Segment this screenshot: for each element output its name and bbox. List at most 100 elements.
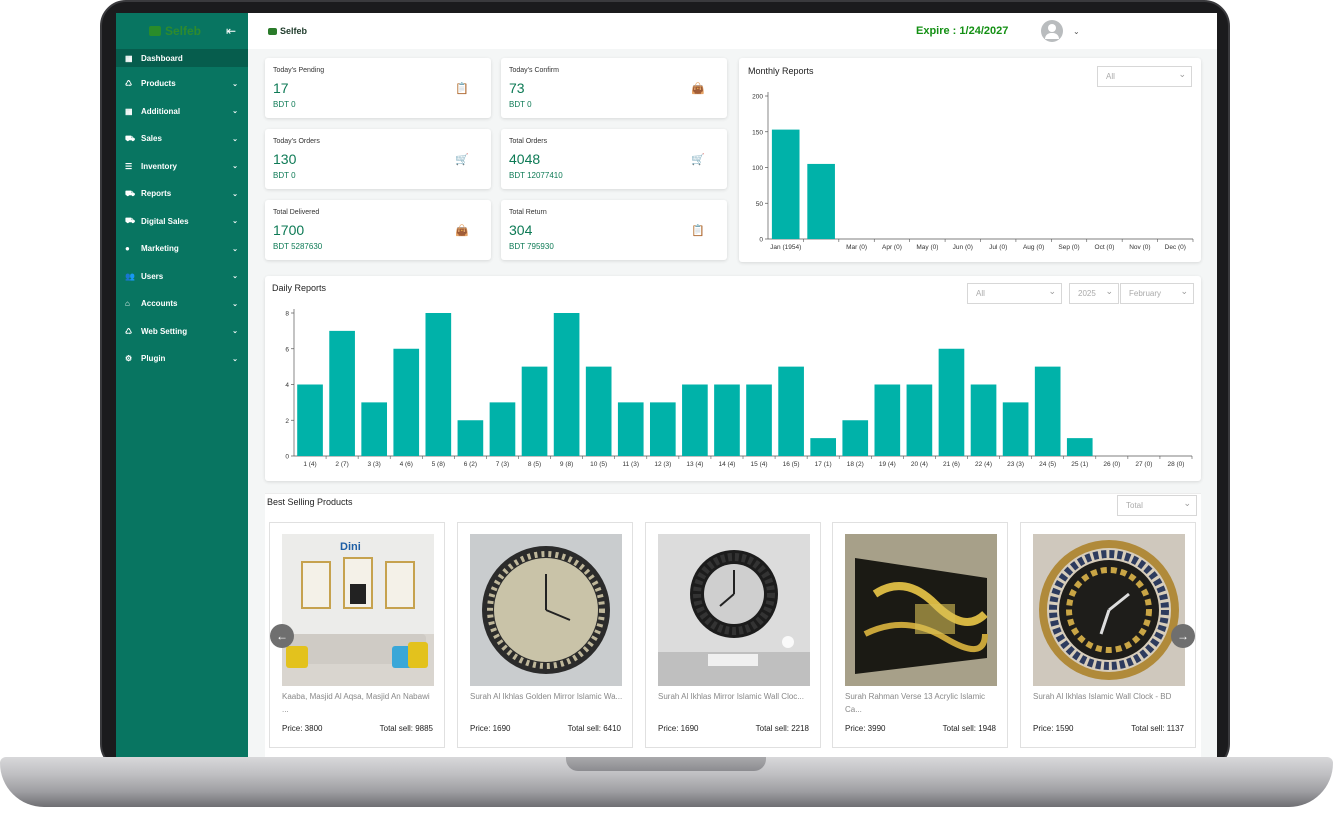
- product-name[interactable]: Surah Al Ikhlas Islamic Wall Clock - BD: [1033, 690, 1187, 716]
- collapse-sidebar-icon[interactable]: ⇤: [226, 24, 236, 38]
- sidebar-item-web-setting[interactable]: ♺ Web Setting ⌄: [116, 318, 248, 346]
- chart-bar: [682, 384, 708, 456]
- x-tick-label: 24 (5): [1039, 461, 1056, 468]
- stat-card-todays-pending[interactable]: Today's Pending 17 BDT 0 📋: [265, 58, 491, 118]
- basket-icon: ♺: [125, 326, 133, 336]
- product-card[interactable]: Surah Rahman Verse 13 Acrylic Islamic Ca…: [832, 522, 1008, 748]
- stat-value: 304: [509, 222, 533, 238]
- x-tick-label: Jul (0): [989, 244, 1007, 251]
- stat-amount: BDT 0: [273, 171, 296, 180]
- x-tick-label: 8 (5): [528, 461, 541, 468]
- x-tick-label: May (0): [916, 244, 938, 251]
- chevron-down-icon: ⌄: [232, 135, 238, 143]
- shopping-bag-icon: 👜: [455, 225, 469, 237]
- chart-bar: [874, 384, 901, 456]
- carousel-prev-button[interactable]: ←: [270, 624, 294, 648]
- sidebar-item-label: Reports: [141, 189, 172, 199]
- sidebar-item-digital-sales[interactable]: ⛟ Digital Sales ⌄: [116, 208, 248, 236]
- chevron-down-icon: ⌄: [232, 218, 238, 226]
- laptop-mockup: Selfeb ⇤ ▦ Dashboard ♺ Products ⌄ ▦ Addi…: [0, 0, 1333, 813]
- product-card[interactable]: Dini Kaaba, Masjid Al Aqsa, Masjid An Na…: [269, 522, 445, 748]
- x-tick-label: Oct (0): [1095, 244, 1115, 251]
- sidebar-item-label: Inventory: [141, 161, 178, 171]
- best-selling-title: Best Selling Products: [267, 497, 353, 507]
- sidebar-item-inventory[interactable]: ☰ Inventory ⌄: [116, 153, 248, 181]
- dashboard-icon: ▦: [125, 53, 133, 63]
- chevron-down-icon: ⌄: [232, 163, 238, 171]
- chevron-down-icon: ⌄: [232, 190, 238, 198]
- cart-plus-icon: 🛒: [691, 154, 705, 166]
- header-brand-name: Selfeb: [280, 26, 308, 36]
- best-selling-filter-select[interactable]: Total: [1117, 495, 1197, 516]
- chevron-down-icon[interactable]: ⌄: [1073, 27, 1080, 36]
- sidebar: Selfeb ⇤ ▦ Dashboard ♺ Products ⌄ ▦ Addi…: [116, 13, 248, 757]
- arrow-right-icon: →: [1177, 629, 1189, 643]
- stat-amount: BDT 0: [509, 100, 532, 109]
- brand-name: Selfeb: [165, 24, 202, 38]
- stat-card-total-return[interactable]: Total Return 304 BDT 795930 📋: [501, 200, 727, 260]
- y-tick-label: 200: [752, 94, 763, 101]
- product-name[interactable]: Kaaba, Masjid Al Aqsa, Masjid An Nabawi …: [282, 690, 436, 716]
- x-tick-label: 5 (8): [432, 461, 445, 468]
- product-card[interactable]: Surah Al Ikhlas Golden Mirror Islamic Wa…: [457, 522, 633, 748]
- chart-bar: [778, 366, 804, 456]
- svg-text:Dini: Dini: [340, 541, 361, 553]
- sidebar-item-marketing[interactable]: ● Marketing ⌄: [116, 235, 248, 263]
- product-image[interactable]: [845, 534, 997, 686]
- chart-bar: [714, 384, 740, 456]
- chart-bar: [297, 384, 323, 456]
- stat-value: 130: [273, 151, 297, 167]
- user-avatar-icon[interactable]: [1041, 20, 1063, 42]
- sidebar-item-additional[interactable]: ▦ Additional ⌄: [116, 98, 248, 126]
- stat-card-todays-confirm[interactable]: Today's Confirm 73 BDT 0 👜: [501, 58, 727, 118]
- product-total-sell: Total sell: 9885: [379, 724, 433, 733]
- product-card[interactable]: Surah Al Ikhlas Islamic Wall Clock - BD …: [1020, 522, 1196, 748]
- sidebar-item-label: Plugin: [141, 354, 166, 364]
- x-tick-label: 14 (4): [718, 461, 735, 468]
- sidebar-item-label: Accounts: [141, 299, 178, 309]
- x-tick-label: 6 (2): [464, 461, 477, 468]
- product-image[interactable]: Dini: [282, 534, 434, 686]
- sidebar-item-accounts[interactable]: ⌂ Accounts ⌄: [116, 290, 248, 318]
- chart-bar: [585, 366, 612, 456]
- y-tick-label: 150: [752, 129, 763, 136]
- product-name[interactable]: Surah Al Ikhlas Mirror Islamic Wall Cloc…: [658, 690, 812, 716]
- product-total-sell: Total sell: 1948: [942, 724, 996, 733]
- stat-value: 1700: [273, 222, 305, 238]
- sidebar-item-label: Marketing: [141, 244, 179, 254]
- sidebar-item-plugin[interactable]: ⚙ Plugin ⌄: [116, 345, 248, 373]
- sidebar-item-dashboard[interactable]: ▦ Dashboard: [116, 49, 248, 67]
- y-tick-label: 8: [285, 311, 289, 318]
- chart-bar: [1034, 366, 1061, 456]
- x-tick-label: 7 (3): [496, 461, 509, 468]
- header-brand[interactable]: Selfeb: [268, 26, 307, 36]
- x-tick-label: 22 (4): [975, 461, 992, 468]
- product-card[interactable]: Surah Al Ikhlas Mirror Islamic Wall Cloc…: [645, 522, 821, 748]
- stat-card-total-delivered[interactable]: Total Delivered 1700 BDT 5287630 👜: [265, 200, 491, 260]
- sidebar-item-users[interactable]: 👥 Users ⌄: [116, 263, 248, 291]
- sidebar-item-sales[interactable]: ⛟ Sales ⌄: [116, 125, 248, 153]
- product-image[interactable]: [658, 534, 810, 686]
- chart-bar: [393, 348, 420, 456]
- x-tick-label: 2 (7): [335, 461, 348, 468]
- chart-bar: [938, 348, 965, 456]
- sidebar-item-products[interactable]: ♺ Products ⌄: [116, 70, 248, 98]
- product-image[interactable]: [1033, 534, 1185, 686]
- product-image[interactable]: [470, 534, 622, 686]
- stat-label: Today's Orders: [273, 138, 320, 145]
- x-tick-label: 18 (2): [847, 461, 864, 468]
- sidebar-item-reports[interactable]: ⛟ Reports ⌄: [116, 180, 248, 208]
- x-tick-label: 10 (5): [590, 461, 607, 468]
- daily-bar-chart: 0 2 4 6 8 1 (4) 2 (7) 3 (3) 4 (6) 5 (8) 6 (2) 7 (3)…: [285, 309, 1193, 468]
- brand-logo-icon: [149, 26, 161, 36]
- product-price: Price: 1590: [1033, 724, 1074, 733]
- chart-bar: [807, 163, 835, 239]
- product-name[interactable]: Surah Al Ikhlas Golden Mirror Islamic Wa…: [470, 690, 624, 716]
- megaphone-icon: ●: [125, 244, 130, 254]
- x-tick-label: 4 (6): [400, 461, 413, 468]
- product-name[interactable]: Surah Rahman Verse 13 Acrylic Islamic Ca…: [845, 690, 999, 716]
- stat-card-total-orders[interactable]: Total Orders 4048 BDT 12077410 🛒: [501, 129, 727, 189]
- stat-card-todays-orders[interactable]: Today's Orders 130 BDT 0 🛒: [265, 129, 491, 189]
- stat-amount: BDT 0: [273, 100, 296, 109]
- carousel-next-button[interactable]: →: [1171, 624, 1195, 648]
